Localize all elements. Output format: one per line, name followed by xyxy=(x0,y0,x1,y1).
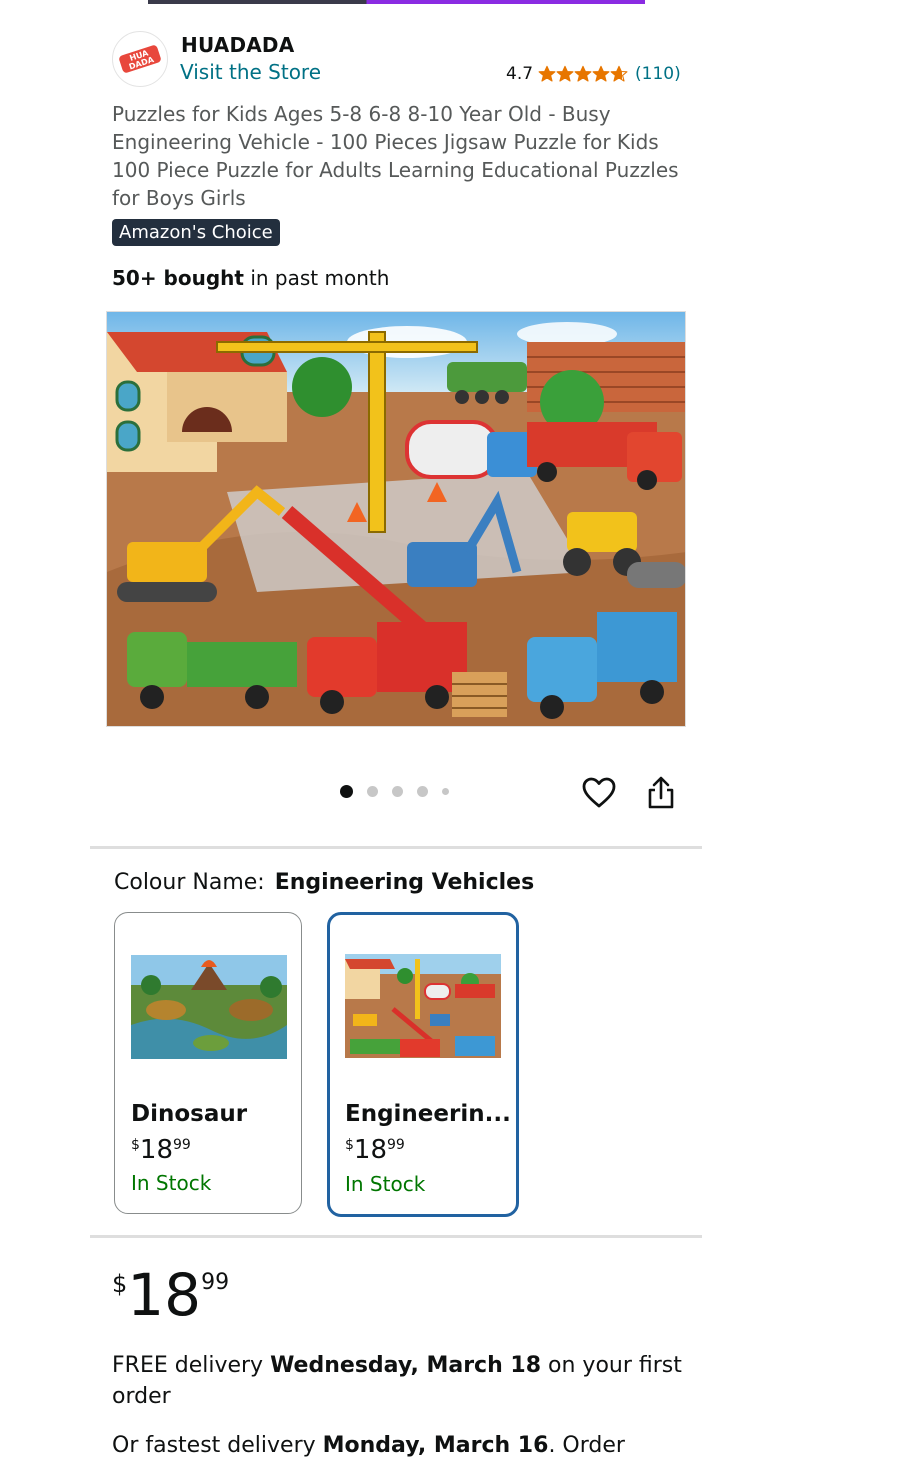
engineering-thumbnail xyxy=(345,954,501,1058)
price-fraction: 99 xyxy=(201,1270,230,1295)
huadada-logo-icon: HUA DADA xyxy=(115,34,165,84)
price-currency: $ xyxy=(112,1270,128,1298)
fastest-suffix: . Order xyxy=(548,1433,625,1458)
section-divider xyxy=(90,1235,702,1238)
delivery-message: FREE delivery Wednesday, March 18 on you… xyxy=(112,1350,692,1412)
colour-label: Colour Name: xyxy=(114,870,265,895)
star-icon xyxy=(538,65,556,82)
brand-logo[interactable]: HUA DADA xyxy=(112,31,168,87)
bought-count: 50+ bought xyxy=(112,266,244,290)
section-divider xyxy=(90,846,702,849)
price-whole: 18 xyxy=(139,1135,174,1165)
rating-summary[interactable]: 4.7 (110) xyxy=(506,64,681,84)
engineering-puzzle-thumbnail-image xyxy=(345,954,501,1058)
fastest-delivery-message: Or fastest delivery Monday, March 16. Or… xyxy=(112,1430,692,1461)
product-price: $18 99 xyxy=(112,1262,229,1328)
price-fraction: 99 xyxy=(387,1137,405,1153)
swatch-price: $18 99 xyxy=(131,1133,191,1167)
swatch-stock-status: In Stock xyxy=(345,1172,426,1196)
bought-suffix: in past month xyxy=(243,266,390,290)
bought-in-past-month: 50+ bought in past month xyxy=(112,266,389,290)
share-icon[interactable] xyxy=(644,774,678,812)
fastest-prefix: Or fastest delivery xyxy=(112,1433,323,1458)
delivery-date: Wednesday, March 18 xyxy=(270,1353,542,1378)
fastest-date: Monday, March 16 xyxy=(322,1433,549,1458)
swatch-name: Dinosaur xyxy=(131,1101,248,1127)
amazons-choice-badge[interactable]: Amazon's Choice xyxy=(112,219,280,246)
product-title: Puzzles for Kids Ages 5-8 6-8 8-10 Year … xyxy=(112,102,679,210)
swatch-stock-status: In Stock xyxy=(131,1171,212,1195)
colour-selector-label: Colour Name: Engineering Vehicles xyxy=(114,870,534,895)
price-currency: $ xyxy=(345,1137,354,1153)
dinosaur-thumbnail xyxy=(131,955,287,1059)
star-icon xyxy=(592,65,610,82)
carousel-dot[interactable] xyxy=(442,788,449,795)
swatch-price: $18 99 xyxy=(345,1133,405,1167)
engineering-vehicles-puzzle-illustration xyxy=(107,312,685,726)
brand-name: HUADADA xyxy=(181,33,295,57)
price-fraction: 99 xyxy=(173,1137,191,1153)
price-whole: 18 xyxy=(127,1261,202,1329)
carousel-dot[interactable] xyxy=(392,786,403,797)
carousel-dot[interactable] xyxy=(340,785,353,798)
price-whole: 18 xyxy=(353,1135,388,1165)
delivery-prefix: FREE delivery xyxy=(112,1353,271,1378)
star-icon xyxy=(574,65,592,82)
rating-value: 4.7 xyxy=(506,64,534,84)
star-icon xyxy=(610,65,628,82)
carousel-dot[interactable] xyxy=(417,786,428,797)
swatch-name: Engineerin... xyxy=(345,1101,511,1127)
carousel-dot[interactable] xyxy=(367,786,378,797)
star-icon xyxy=(556,65,574,82)
colour-option-engineering-vehicles[interactable]: Engineerin... $18 99 In Stock xyxy=(327,912,519,1217)
product-main-image[interactable] xyxy=(106,311,686,727)
rating-count-link[interactable]: (110) xyxy=(635,64,681,84)
colour-selected-value: Engineering Vehicles xyxy=(274,870,535,895)
visit-store-link[interactable]: Visit the Store xyxy=(180,60,321,84)
dinosaur-puzzle-thumbnail-image xyxy=(131,955,287,1059)
colour-option-dinosaur[interactable]: Dinosaur $18 99 In Stock xyxy=(114,912,302,1214)
image-carousel-dots[interactable] xyxy=(340,785,463,798)
top-image-strip xyxy=(148,0,645,4)
heart-icon[interactable] xyxy=(580,774,618,812)
price-currency: $ xyxy=(131,1137,140,1153)
star-rating xyxy=(538,65,628,83)
